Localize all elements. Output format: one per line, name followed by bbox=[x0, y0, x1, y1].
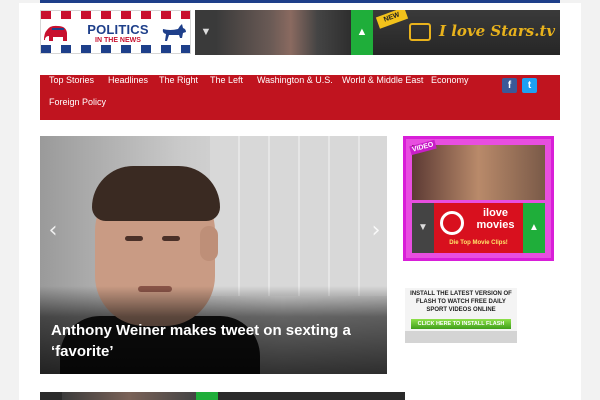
nav-item-washington[interactable]: Washington & U.S. bbox=[257, 75, 333, 97]
movies-logo-icon bbox=[440, 211, 464, 235]
facebook-icon[interactable]: f bbox=[502, 78, 517, 93]
nav-item-top-stories[interactable]: Top Stories bbox=[49, 75, 94, 97]
thumbs-up-icon bbox=[196, 392, 218, 400]
slider-next-arrow-icon[interactable]: › bbox=[369, 218, 383, 244]
twitter-icon[interactable]: t bbox=[522, 78, 537, 93]
header-banner-ad[interactable]: ▼ ▲ NEW I love Stars.tv bbox=[195, 10, 560, 55]
nav-item-the-left[interactable]: The Left bbox=[210, 75, 243, 97]
featured-slider[interactable]: Anthony Weiner makes tweet on sexting a … bbox=[40, 136, 387, 374]
nav-item-world[interactable]: World & Middle East bbox=[342, 75, 423, 97]
slide-headline[interactable]: Anthony Weiner makes tweet on sexting a … bbox=[51, 320, 351, 362]
logo-title: POLITICS bbox=[87, 22, 149, 37]
install-flash-button[interactable]: CLICK HERE TO INSTALL FLASH bbox=[411, 319, 511, 329]
movies-ad-tagline: Die Top Movie Clips! bbox=[449, 240, 508, 246]
slider-prev-arrow-icon[interactable]: ‹ bbox=[46, 218, 60, 244]
logo-stripe-top bbox=[41, 11, 190, 19]
nav-item-foreign-policy[interactable]: Foreign Policy bbox=[49, 97, 106, 119]
thumbs-up-icon: ▲ bbox=[351, 10, 373, 55]
sidebar-flash-ad[interactable]: INSTALL THE LATEST VERSION OF FLASH TO W… bbox=[405, 288, 517, 343]
bottom-banner-photo bbox=[62, 392, 196, 400]
tv-icon bbox=[409, 23, 431, 41]
thumbs-up-icon: ▲ bbox=[523, 203, 545, 253]
banner-ad-brand: I love Stars.tv bbox=[439, 22, 556, 40]
slide-photo-eye-right bbox=[162, 236, 180, 241]
nav-item-economy[interactable]: Economy bbox=[431, 75, 469, 97]
nav-item-headlines[interactable]: Headlines bbox=[108, 75, 148, 97]
logo-stripe-bottom bbox=[41, 45, 190, 53]
thumbs-down-icon: ▼ bbox=[412, 203, 434, 253]
flash-ad-footer bbox=[405, 331, 517, 343]
bottom-banner-ad[interactable] bbox=[40, 392, 405, 400]
slide-photo-hair bbox=[92, 166, 220, 221]
slide-photo-eye-left bbox=[125, 236, 143, 241]
movies-ad-scene bbox=[412, 145, 545, 200]
thumbs-down-icon: ▼ bbox=[195, 10, 217, 55]
donkey-icon bbox=[162, 24, 186, 41]
logo-subtitle: IN THE NEWS bbox=[95, 37, 141, 44]
sidebar-movies-ad[interactable]: VIDEO ▼ ilove movies Die Top Movie Clips… bbox=[403, 136, 554, 261]
banner-ad-photo bbox=[217, 10, 351, 55]
slide-background bbox=[210, 136, 387, 296]
elephant-icon bbox=[44, 25, 67, 41]
flash-ad-text: INSTALL THE LATEST VERSION OF FLASH TO W… bbox=[410, 291, 512, 313]
slide-photo-ear bbox=[200, 226, 218, 261]
site-logo[interactable]: POLITICS IN THE NEWS bbox=[40, 10, 191, 54]
movies-ad-brand: ilove movies bbox=[476, 207, 515, 231]
nav-item-the-right[interactable]: The Right bbox=[159, 75, 198, 97]
